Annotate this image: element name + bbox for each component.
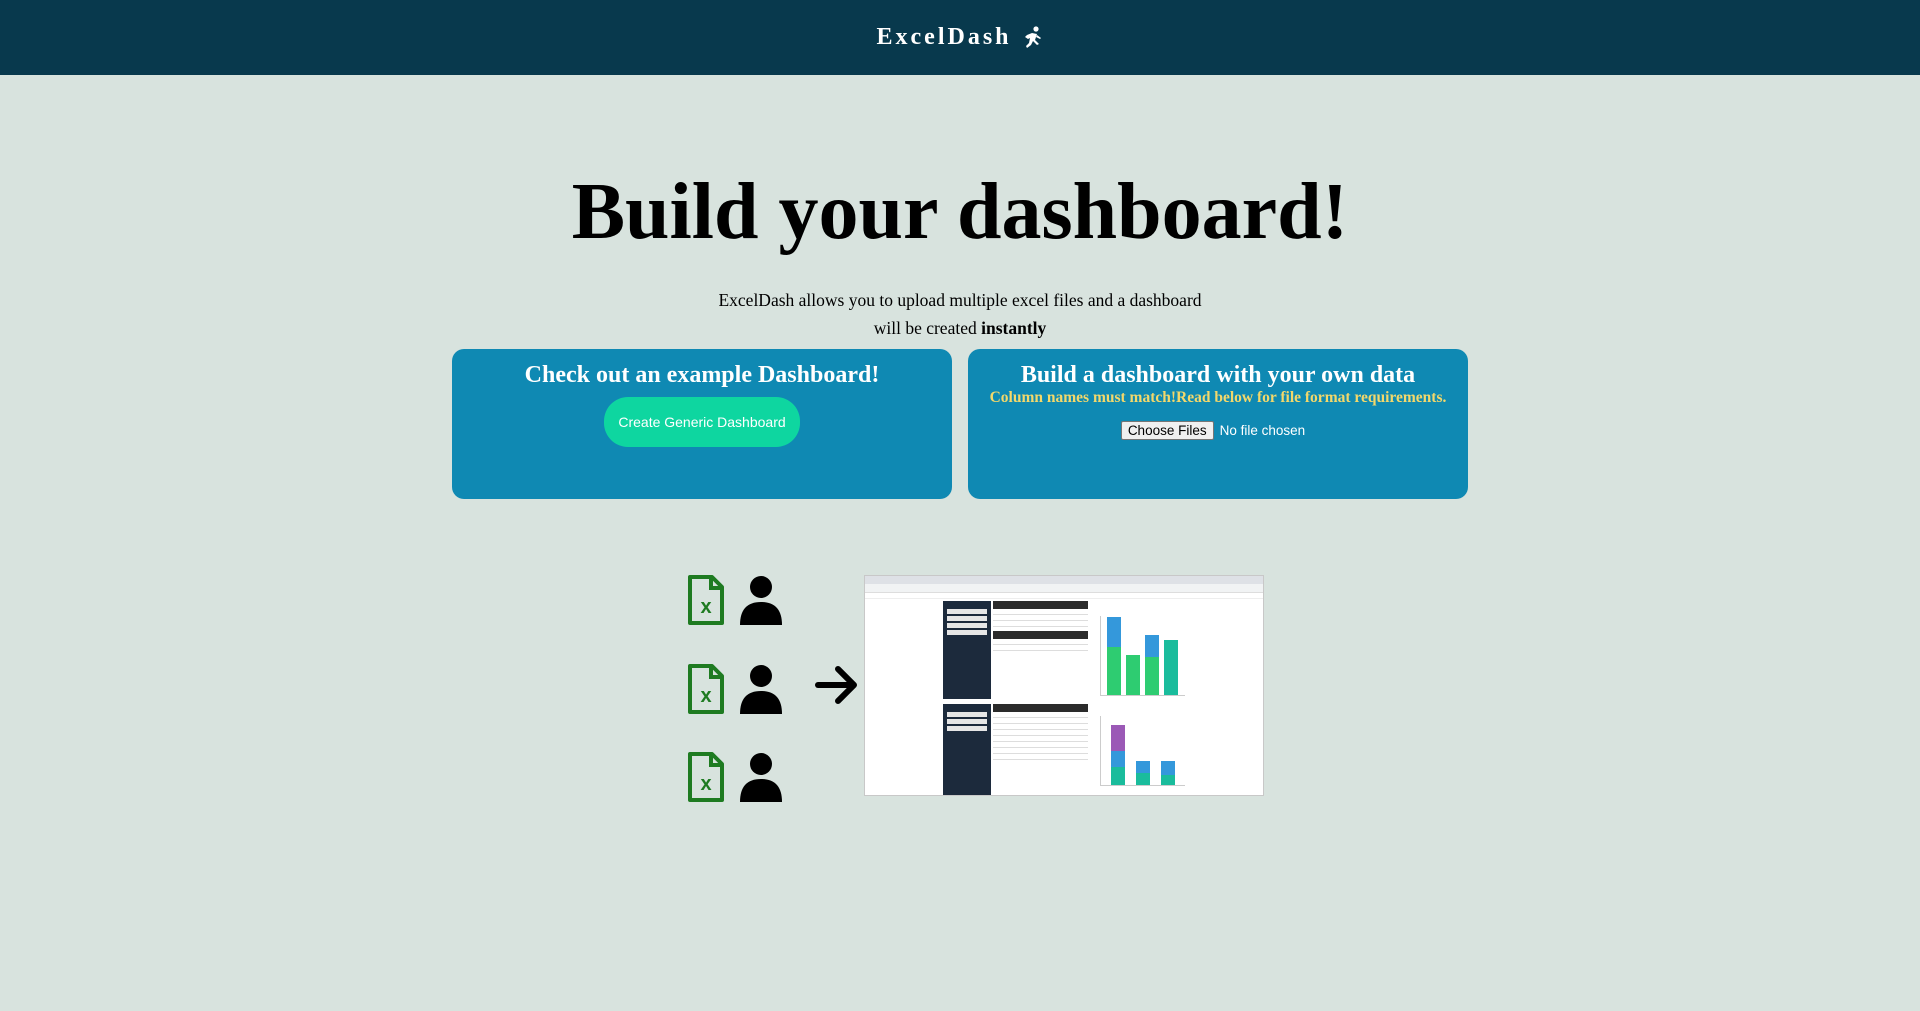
choose-files-button[interactable]: Choose Files [1120, 421, 1214, 440]
preview-addressbar [865, 584, 1263, 593]
person-icon [740, 753, 782, 802]
preview-tabbar [865, 576, 1263, 584]
preview-bookmarks [865, 593, 1263, 599]
file-status-text: No file chosen [1219, 423, 1306, 438]
preview-chart [1100, 616, 1185, 696]
excel-file-icon: x [688, 752, 724, 802]
preview-table [993, 704, 1088, 795]
subtitle-line-2-text: will be created [873, 318, 982, 338]
file-input[interactable]: Choose Files No file chosen [968, 421, 1468, 440]
person-icon [740, 576, 782, 625]
svg-text:x: x [700, 685, 711, 707]
excel-file-icon: x [688, 664, 724, 714]
preview-sidebar [943, 601, 991, 699]
arrow-right-icon [815, 666, 857, 704]
subtitle-line-2: will be created instantly [0, 314, 1920, 342]
page-subtitle: ExcelDash allows you to upload multiple … [0, 286, 1920, 342]
brand-logo[interactable]: ExcelDash [877, 24, 1044, 51]
example-dashboard-card: Check out an example Dashboard! Create G… [452, 349, 952, 499]
subtitle-line-1: ExcelDash allows you to upload multiple … [718, 290, 1202, 310]
page-title: Build your dashboard! [571, 168, 1349, 256]
preview-chart [1100, 716, 1185, 786]
dashboard-preview-image [864, 575, 1264, 796]
example-card-heading: Check out an example Dashboard! [524, 362, 880, 388]
column-warning-text: Column names must match!Read below for f… [989, 389, 1447, 406]
upload-card-heading: Build a dashboard with your own data [1020, 362, 1416, 388]
subtitle-emphasis: instantly [981, 318, 1047, 338]
svg-text:x: x [700, 773, 711, 795]
navbar: ExcelDash [0, 0, 1920, 75]
running-person-icon [1024, 25, 1041, 48]
person-icon [740, 665, 782, 714]
preview-sidebar [943, 704, 991, 795]
upload-data-card: Build a dashboard with your own data Col… [968, 349, 1468, 499]
brand-name: ExcelDash [876, 24, 1012, 50]
create-generic-dashboard-button[interactable]: Create Generic Dashboard [604, 397, 800, 447]
svg-text:x: x [700, 596, 711, 618]
excel-file-icon: x [688, 575, 724, 625]
preview-table [993, 601, 1088, 676]
